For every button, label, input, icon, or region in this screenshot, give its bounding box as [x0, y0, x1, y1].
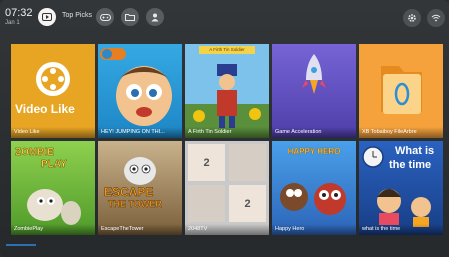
- tin-soldier-art: [185, 44, 269, 138]
- video-icon: [42, 13, 52, 21]
- tab-top-picks-label[interactable]: Top Picks: [62, 12, 92, 19]
- clock: 07:32 Jan 1: [5, 8, 35, 27]
- video-like-art: [36, 62, 70, 96]
- folder-app-art: [381, 66, 422, 114]
- tile-tin-soldier-title: A Firth Tin Soldier: [185, 127, 269, 138]
- tile-zombie-play[interactable]: ZOMBIE PLAY ZombiePlay: [11, 141, 95, 235]
- tab-top-picks[interactable]: [38, 8, 56, 26]
- tile-hey-jumping[interactable]: HEY! JUMPING ON THI...: [98, 44, 182, 138]
- focus-indicator: [6, 244, 36, 246]
- tile-2048tv-title: 2048TV: [185, 224, 269, 235]
- tile-video-like-title: Video Like: [11, 127, 95, 138]
- tile-escape-tower-title: EscapeTheTower: [98, 224, 182, 235]
- tab-games[interactable]: [96, 8, 114, 26]
- gear-icon: [408, 14, 416, 22]
- tin-soldier-banner: A Firth Tin Soldier: [199, 46, 255, 54]
- tile-hey-jumping-title: HEY! JUMPING ON THI...: [98, 127, 182, 138]
- user-icon: [151, 13, 159, 21]
- 2048-cell: [188, 185, 225, 222]
- tile-tin-soldier[interactable]: A Firth Tin Soldier A Firth Tin Soldier: [185, 44, 269, 138]
- wifi-icon: [431, 14, 441, 22]
- wifi-button[interactable]: [427, 9, 445, 27]
- tile-file-explorer[interactable]: XB Tobaiboy FileArbre: [359, 44, 443, 138]
- tab-profile[interactable]: [146, 8, 164, 26]
- 2048-cell: 2: [229, 185, 266, 222]
- app-grid: Video Like Video Like HEY! JUMPING ON TH…: [11, 44, 443, 235]
- time-art-text-2: the time: [389, 159, 432, 171]
- happy-hero-art-text: HAPPY HERO: [287, 147, 341, 156]
- video-like-art-text: Video Like: [15, 102, 75, 116]
- zombie-art-text-2: PLAY: [41, 159, 67, 170]
- tile-what-is-the-time-title: what is the time: [359, 224, 443, 235]
- settings-button[interactable]: [403, 9, 421, 27]
- 2048-board: 2 2: [188, 144, 266, 222]
- time-art-text-1: What is: [395, 145, 435, 157]
- tile-game-acceleration[interactable]: Game Acceleration: [272, 44, 356, 138]
- tile-game-acceleration-title: Game Acceleration: [272, 127, 356, 138]
- escape-art-text-2: THE TOWER: [108, 199, 162, 209]
- escape-art-text-1: ESCAPE: [104, 185, 154, 200]
- tab-apps[interactable]: [121, 8, 139, 26]
- clock-date: Jan 1: [5, 20, 20, 26]
- tile-2048tv[interactable]: 2 2 2048TV: [185, 141, 269, 235]
- launcher-screen: 07:32 Jan 1 Top Picks Video Like Video L…: [0, 0, 449, 257]
- tile-happy-hero-title: Happy Hero: [272, 224, 356, 235]
- zombie-art-text-1: ZOMBIE: [15, 147, 54, 158]
- clock-time: 07:32: [5, 7, 33, 19]
- tile-happy-hero[interactable]: HAPPY HERO Happy Hero: [272, 141, 356, 235]
- 2048-cell: 2: [188, 144, 225, 181]
- tile-what-is-the-time[interactable]: What is the time what is the time: [359, 141, 443, 235]
- tile-video-like[interactable]: Video Like Video Like: [11, 44, 95, 138]
- folder-icon: [125, 14, 135, 21]
- gamepad-icon: [99, 13, 111, 21]
- tile-zombie-play-title: ZombiePlay: [11, 224, 95, 235]
- tile-file-explorer-title: XB Tobaiboy FileArbre: [359, 127, 443, 138]
- cartoon-boy-art: [100, 48, 172, 126]
- tile-escape-tower[interactable]: ESCAPE THE TOWER EscapeTheTower: [98, 141, 182, 235]
- 2048-cell: [229, 144, 266, 181]
- rocket-art: [302, 54, 326, 94]
